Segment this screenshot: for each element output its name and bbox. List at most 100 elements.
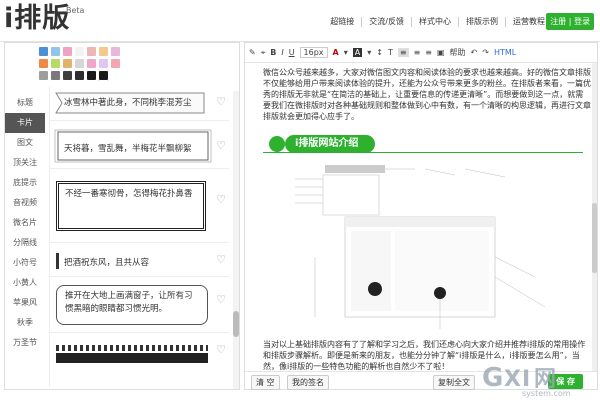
scrollbar-thumb[interactable]: [592, 203, 597, 273]
style-item[interactable]: 天将暮，雪乱舞，半梅花半飘柳絮 ♡: [50, 123, 229, 169]
watermark-url: system.com: [522, 389, 571, 398]
underline-button[interactable]: U: [289, 48, 295, 57]
logo[interactable]: i排版: [4, 4, 70, 34]
style-panel: 标题 卡片 图文 顶关注 底提示 音视频 微名片 分隔线 小符号 小黄人 苹果风 秋季 万圣节 冰雪林中…: [4, 42, 240, 390]
app-header: i排版 Beta 超链接 交流/反馈 样式中心 排版示例 运营教程 注册 | 登…: [0, 0, 600, 42]
category-item[interactable]: 图文: [5, 133, 45, 153]
color-swatch[interactable]: [111, 47, 120, 56]
chevron-down-icon[interactable]: ▾: [344, 48, 348, 57]
line-height-icon[interactable]: ↕: [376, 48, 383, 57]
category-item[interactable]: 秋季: [5, 313, 45, 333]
favorite-heart-icon[interactable]: ♡: [216, 253, 226, 266]
style-item[interactable]: 把酒祝东风，且共从容 ♡: [50, 245, 229, 277]
align-left-icon[interactable]: ≡: [397, 48, 409, 57]
nav-link-tutorials[interactable]: 运营教程: [505, 17, 552, 27]
redo-icon[interactable]: ↷: [482, 48, 489, 57]
bold-button[interactable]: B: [270, 48, 276, 57]
favorite-heart-icon[interactable]: ♡: [216, 139, 226, 152]
color-swatch[interactable]: [63, 59, 72, 68]
color-swatch[interactable]: [87, 71, 96, 80]
register-login-button[interactable]: 注册 | 登录: [546, 13, 594, 30]
style-item[interactable]: 不经一番寒彻骨，怎得梅花扑鼻香 ♡: [50, 171, 229, 243]
color-swatch[interactable]: [51, 47, 60, 56]
scrollbar-thumb[interactable]: [233, 311, 239, 337]
image-icon[interactable]: ▣: [437, 48, 445, 57]
color-swatch[interactable]: [39, 71, 48, 80]
undo-icon[interactable]: ↶: [471, 48, 478, 57]
color-swatch[interactable]: [51, 59, 60, 68]
color-swatch[interactable]: [111, 59, 120, 68]
align-center-icon[interactable]: ≡: [414, 48, 421, 57]
favorite-heart-icon[interactable]: ♡: [216, 193, 226, 206]
category-sidebar: 标题 卡片 图文 顶关注 底提示 音视频 微名片 分隔线 小符号 小黄人 苹果风 秋季 万圣节: [5, 93, 45, 353]
style-item[interactable]: 推开在大地上画满窗子，让所有习惯黑暗的眼睛都习惯光明。 ♡: [50, 279, 229, 333]
category-item[interactable]: 顶关注: [5, 153, 45, 173]
color-swatch[interactable]: [39, 47, 48, 56]
beta-badge: Beta: [66, 6, 85, 15]
color-swatch[interactable]: [87, 47, 96, 56]
font-color-button[interactable]: A: [333, 48, 339, 57]
eraser-icon[interactable]: ✎: [249, 48, 256, 57]
editor-toolbar: ✎ ⌖ B I U 16px A ▾ A ▾ ↕ T ≡ ≡ ≡ ▣ 帮助 ↶ …: [245, 43, 597, 63]
style-item-text: 把酒祝东风，且共从容: [64, 258, 150, 268]
category-item[interactable]: 标题: [5, 93, 45, 113]
highlight-button[interactable]: A: [352, 48, 363, 57]
category-item[interactable]: 小黄人: [5, 273, 45, 293]
color-palette: [39, 47, 129, 83]
style-list-scrollbar[interactable]: [233, 91, 239, 389]
section-header: i排版网站介绍: [263, 135, 583, 153]
color-swatch[interactable]: [87, 59, 96, 68]
color-swatch[interactable]: [99, 59, 108, 68]
editor-paragraph-1[interactable]: 微信公众号越来越多，大家对微信图文内容和阅读体验的要求也越来越高。好的微信文章排…: [263, 67, 591, 122]
style-item-text: 不经一番寒彻骨，怎得梅花扑鼻香: [56, 181, 206, 231]
favorite-heart-icon[interactable]: ♡: [216, 343, 226, 356]
category-item[interactable]: 万圣节: [5, 333, 45, 353]
help-button[interactable]: 帮助: [450, 47, 466, 58]
color-swatch[interactable]: [75, 47, 84, 56]
category-item[interactable]: 苹果风: [5, 293, 45, 313]
category-item[interactable]: 微名片: [5, 213, 45, 233]
editor-panel: ✎ ⌖ B I U 16px A ▾ A ▾ ↕ T ≡ ≡ ≡ ▣ 帮助 ↶ …: [244, 42, 598, 390]
signature-select[interactable]: 我的签名: [287, 375, 329, 390]
favorite-heart-icon[interactable]: ♡: [216, 293, 226, 306]
chevron-down-icon[interactable]: ▾: [367, 48, 371, 57]
category-item[interactable]: 分隔线: [5, 233, 45, 253]
gxi-watermark: G X I 网 system.com: [482, 363, 571, 398]
nav-link-examples[interactable]: 排版示例: [458, 17, 505, 27]
section-title: i排版网站介绍: [285, 135, 375, 153]
italic-button[interactable]: I: [281, 48, 283, 57]
color-swatch[interactable]: [99, 47, 108, 56]
nav-link-style-center[interactable]: 样式中心: [411, 17, 458, 27]
stripe-decoration: [56, 345, 208, 351]
color-swatch[interactable]: [51, 71, 60, 80]
style-item[interactable]: 冰雪林中著此身，不同桃李混芳尘 ♡: [50, 87, 229, 121]
category-item[interactable]: 小符号: [5, 253, 45, 273]
brush-icon[interactable]: ⌖: [261, 48, 266, 58]
color-swatch[interactable]: [98, 70, 109, 81]
svg-text:G: G: [482, 363, 503, 393]
nav-link-feedback[interactable]: 交流/反馈: [361, 17, 411, 27]
style-item-text: 推开在大地上画满窗子，让所有习惯黑暗的眼睛都习惯光明。: [56, 285, 208, 325]
color-swatch[interactable]: [39, 59, 48, 68]
style-item-text: 冰雪林中著此身，不同桃李混芳尘: [64, 98, 192, 108]
color-swatch[interactable]: [63, 71, 72, 80]
color-swatch[interactable]: [63, 47, 72, 56]
category-item[interactable]: 音视频: [5, 193, 45, 213]
style-item-text: 天将暮，雪乱舞，半梅花半飘柳絮: [64, 144, 192, 154]
clear-button[interactable]: 清 空: [251, 375, 280, 390]
align-right-icon[interactable]: ≡: [425, 48, 432, 57]
editor-scrollbar[interactable]: [592, 63, 597, 371]
font-size-select[interactable]: 16px: [299, 47, 328, 58]
style-item[interactable]: ♡: [50, 335, 229, 375]
color-swatch[interactable]: [75, 59, 84, 68]
html-button[interactable]: HTML: [494, 48, 516, 57]
color-swatch[interactable]: [75, 71, 84, 80]
category-item[interactable]: 底提示: [5, 173, 45, 193]
text-format-icon[interactable]: T: [388, 48, 393, 57]
section-dot: [269, 136, 285, 152]
copy-all-button[interactable]: 复制全文: [433, 375, 475, 390]
category-item[interactable]: 卡片: [5, 113, 45, 133]
nav-link-hyperlink[interactable]: 超链接: [323, 17, 361, 27]
favorite-heart-icon[interactable]: ♡: [216, 95, 226, 108]
svg-text:X: X: [504, 367, 521, 392]
